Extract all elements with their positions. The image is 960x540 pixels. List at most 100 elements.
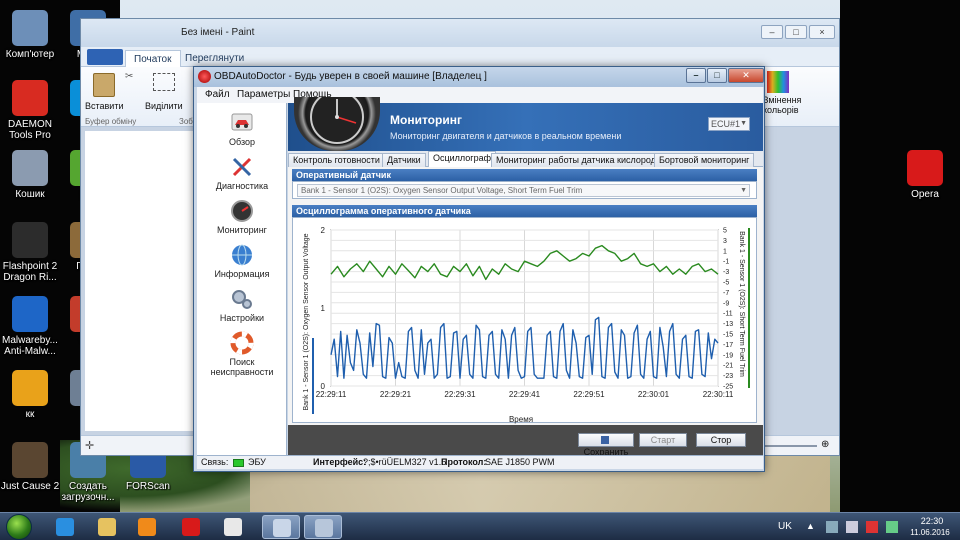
tab-oxygen-sensor[interactable]: Мониторинг работы датчика кислорода <box>491 153 666 167</box>
y-left-tick-label: 1 <box>321 304 326 313</box>
y-right-tick-label: -23 <box>723 373 733 380</box>
x-tick-label: 22:29:21 <box>380 390 412 399</box>
zoom-in-button[interactable]: ⊕ <box>821 439 829 450</box>
select-button[interactable]: Виділити <box>145 101 183 111</box>
sidebar-item-info[interactable]: Информация <box>197 239 287 283</box>
interface-value: ?;$•rüÜELM327 v1.5 <box>363 457 447 467</box>
y-right-tick-label: -5 <box>723 280 729 287</box>
desktop-icon[interactable]: Malwareby... Anti-Malw... <box>0 296 60 357</box>
chart-grid <box>330 229 719 387</box>
desktop-icon[interactable]: Just Cause 2 <box>0 442 60 492</box>
tray-clock-date[interactable]: 11.06.2016 <box>904 528 956 537</box>
desktop-icon-label: DAEMON Tools Pro <box>8 119 52 141</box>
y-right-tick-label: -11 <box>723 311 733 318</box>
save-button[interactable]: Сохранить <box>578 433 634 457</box>
zoom-slider[interactable] <box>761 445 817 447</box>
y-right-tick-label: -21 <box>723 363 733 370</box>
obd-maximize-button[interactable]: □ <box>707 68 727 83</box>
taskbar-button-opera[interactable] <box>172 515 210 539</box>
taskbar-button-paint[interactable] <box>262 515 300 539</box>
y-right-tick-label: -19 <box>723 352 733 359</box>
sidebar-item-overview[interactable]: Обзор <box>197 107 287 151</box>
desktop-icon[interactable]: кк <box>0 370 60 420</box>
cut-icon[interactable]: ✂ <box>125 71 133 82</box>
taskbar-button-media[interactable] <box>128 515 166 539</box>
paint-tab-home[interactable]: Початок <box>125 50 181 67</box>
obd-statusbar: Связь: ЭБУ Интерфейс: ?;$•rüÜELM327 v1.5… <box>197 455 763 469</box>
taskbar-button-yandex[interactable] <box>214 515 252 539</box>
paint-file-menu-button[interactable] <box>87 49 123 65</box>
desktop-icon[interactable]: Комп'ютер <box>0 10 60 60</box>
y-right-tick-label: -13 <box>723 321 733 328</box>
paint-close-button[interactable]: × <box>809 25 835 39</box>
desktop-app-icon <box>12 442 48 478</box>
sensor-group-box: Bank 1 - Sensor 1 (O2S): Oxygen Sensor O… <box>292 181 757 199</box>
tray-language[interactable]: UK <box>778 521 792 532</box>
obd-window[interactable]: OBDAutoDoctor - Будь уверен в своей маши… <box>193 66 765 472</box>
oscilloscope-chart: 22:29:11 22:29:21 22:29:31 22:29:41 22:29:51… <box>303 226 750 424</box>
tab-oscilloscope[interactable]: Осциллограф <box>428 151 496 167</box>
tray-clock-time[interactable]: 22:30 <box>912 516 952 526</box>
volume-icon[interactable] <box>846 521 858 533</box>
obd-minimize-button[interactable]: – <box>686 68 706 83</box>
sensor-select[interactable]: Bank 1 - Sensor 1 (O2S): Oxygen Sensor O… <box>297 184 750 197</box>
media-player-icon <box>138 518 156 536</box>
sidebar-item-settings[interactable]: Настройки <box>197 283 287 327</box>
y-right-tick-label: 5 <box>723 228 727 235</box>
taskbar-button-explorer[interactable] <box>88 515 126 539</box>
desktop-icon[interactable]: DAEMON Tools Pro <box>0 80 60 141</box>
obd-titlebar[interactable]: OBDAutoDoctor - Будь уверен в своей маши… <box>194 67 764 87</box>
obd-main-panel: Мониторинг Мониторинг двигателя и датчик… <box>288 97 763 467</box>
taskbar-button-obd[interactable] <box>304 515 342 539</box>
desktop-app-icon <box>12 150 48 186</box>
paint-minimize-button[interactable]: – <box>761 25 783 39</box>
network-icon[interactable] <box>886 521 898 533</box>
tab-onboard-monitoring[interactable]: Бортовой мониторинг <box>654 153 755 167</box>
sidebar-item-diagnostics[interactable]: Диагностика <box>197 151 287 195</box>
start-button[interactable]: Старт <box>639 433 687 447</box>
paint-canvas[interactable] <box>85 131 195 431</box>
ecu-select[interactable]: ECU#1 ▼ <box>708 117 750 131</box>
tab-sensors[interactable]: Датчики <box>382 153 426 167</box>
obd-window-title: OBDAutoDoctor - Будь уверен в своей маши… <box>214 71 487 82</box>
select-icon[interactable] <box>153 73 175 91</box>
scope-group-header: Осциллограмма оперативного датчика <box>292 205 757 217</box>
paste-button[interactable]: Вставити <box>85 101 124 111</box>
desktop-icon[interactable]: Opera <box>895 150 955 200</box>
desktop-icon[interactable]: Flashpoint 2 Dragon Ri... <box>0 222 60 283</box>
y-axis-left-label: Bank 1 - Sensor 1 (O2S): Oxygen Sensor O… <box>303 233 310 410</box>
chevron-down-icon: ▼ <box>740 120 747 127</box>
tray-expand-icon[interactable]: ▲ <box>806 521 818 533</box>
paint-tab-view[interactable]: Переглянути <box>177 50 252 67</box>
oscilloscope-box: 22:29:11 22:29:21 22:29:31 22:29:41 22:29:51… <box>292 217 757 424</box>
edit-colors-button[interactable]: Змінення кольорів <box>763 95 823 115</box>
action-center-icon[interactable] <box>866 521 878 533</box>
sidebar-item-label: Диагностика <box>215 181 269 191</box>
desktop-app-icon <box>12 80 48 116</box>
stop-button[interactable]: Стор <box>696 433 746 447</box>
paint-titlebar[interactable]: Без імені - Paint – □ × <box>81 19 839 47</box>
start-button[interactable] <box>6 514 32 540</box>
protocol-value: SAE J1850 PWM <box>485 457 555 467</box>
obd-menubar: Файл Параметры Помощь <box>197 87 763 103</box>
obd-app-icon <box>198 70 211 83</box>
desktop-icon-label: Malwareby... Anti-Malw... <box>2 335 58 357</box>
sidebar-item-monitoring[interactable]: Мониторинг <box>197 195 287 239</box>
desktop-icon[interactable]: Кошик <box>0 150 60 200</box>
taskbar-button-ie[interactable] <box>46 515 84 539</box>
obd-close-button[interactable]: ✕ <box>728 68 764 83</box>
chevron-down-icon: ▼ <box>740 187 747 194</box>
x-tick-label: 22:29:51 <box>573 390 605 399</box>
connection-led-icon <box>233 459 244 467</box>
tray-app-icon[interactable] <box>826 521 838 533</box>
menu-settings[interactable]: Параметры <box>237 89 290 100</box>
menu-file[interactable]: Файл <box>205 89 230 100</box>
x-tick-label: 22:30:11 <box>703 390 734 399</box>
edit-colors-icon[interactable] <box>767 71 789 93</box>
sidebar-item-troubleshoot[interactable]: Поиск неисправности <box>197 327 287 377</box>
tab-readiness[interactable]: Контроль готовности <box>288 153 385 167</box>
sidebar-item-label: Поиск неисправности <box>210 357 274 377</box>
paste-icon[interactable] <box>93 73 115 97</box>
y-right-tick-label: 1 <box>723 248 727 255</box>
paint-maximize-button[interactable]: □ <box>785 25 807 39</box>
